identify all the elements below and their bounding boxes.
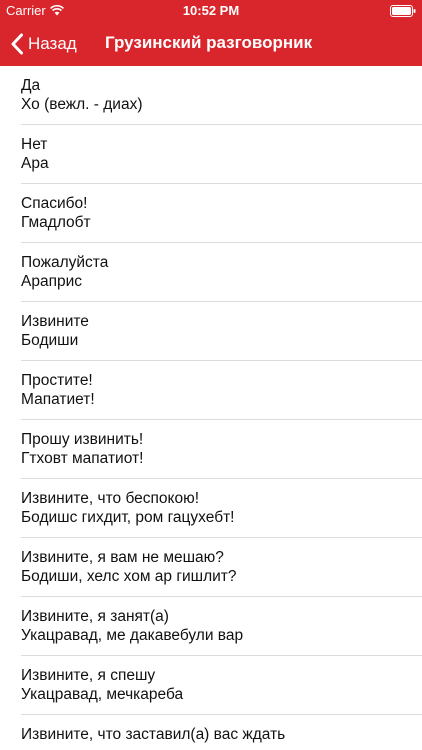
phrase-row[interactable]: Нет Ара: [0, 125, 422, 184]
status-bar: Carrier 10:52 PM: [0, 0, 422, 22]
phrase-russian: Извините, что беспокою!: [21, 490, 200, 507]
phrase-georgian: Араприс: [21, 273, 83, 290]
phrase-georgian: Мапатиет!: [21, 391, 95, 408]
phrase-russian: Пожалуйста: [21, 254, 109, 271]
phrase-georgian: Ара: [21, 155, 49, 172]
phrase-russian: Извините, я спешу: [21, 667, 156, 684]
phrase-russian: Прошу извинить!: [21, 431, 144, 448]
phrase-row[interactable]: Извините, что заставил(а) вас ждать: [0, 715, 422, 750]
phrase-georgian: Укацравад, ме дакавебули вар: [21, 627, 244, 644]
phrase-row[interactable]: Простите! Мапатиет!: [0, 361, 422, 420]
battery-icon: [390, 5, 416, 17]
phrase-row[interactable]: Извините, я спешу Укацравад, мечкареба: [0, 656, 422, 715]
phrase-row[interactable]: Пожалуйста Араприс: [0, 243, 422, 302]
phrase-row[interactable]: Спасибо! Гмадлобт: [0, 184, 422, 243]
phrase-row[interactable]: Извините Бодиши: [0, 302, 422, 361]
phrase-georgian: Гмадлобт: [21, 214, 91, 231]
phrase-russian: Извините: [21, 313, 89, 330]
phrase-russian: Извините, что заставил(а) вас ждать: [21, 726, 286, 743]
phrase-row[interactable]: Извините, я вам не мешаю? Бодиши, хелс х…: [0, 538, 422, 597]
phrase-row[interactable]: Извините, что беспокою! Бодишс гихдит, р…: [0, 479, 422, 538]
phrase-russian: Нет: [21, 136, 48, 153]
phrase-russian: Простите!: [21, 372, 93, 389]
phrase-russian: Спасибо!: [21, 195, 88, 212]
navigation-bar: Назад Грузинский разговорник: [0, 22, 422, 66]
phrase-georgian: Бодиши: [21, 332, 79, 349]
back-label: Назад: [28, 34, 77, 53]
back-button[interactable]: Назад: [10, 31, 77, 57]
page-title: Грузинский разговорник: [105, 33, 313, 52]
phrase-georgian: Бодишс гихдит, ром гацухебт!: [21, 509, 235, 526]
phrase-georgian: Бодиши, хелс хом ар гишлит?: [21, 568, 237, 585]
phrase-russian: Извините, я занят(а): [21, 608, 169, 625]
phrase-russian: Да: [21, 77, 41, 94]
chevron-left-icon: [11, 33, 23, 55]
phrase-row[interactable]: Прошу извинить! Гтховт мапатиот!: [0, 420, 422, 479]
phrase-row[interactable]: Извините, я занят(а) Укацравад, ме дакав…: [0, 597, 422, 656]
phrase-list: Да Хо (вежл. - диах) Нет Ара Спасибо! Гм…: [0, 66, 422, 750]
phrase-russian: Извините, я вам не мешаю?: [21, 549, 224, 566]
top-bar: Carrier 10:52 PM Назад Грузинский разгов…: [0, 0, 422, 66]
phrase-georgian: Гтховт мапатиот!: [21, 450, 144, 467]
phrase-row[interactable]: Да Хо (вежл. - диах): [0, 66, 422, 125]
phrase-georgian: Укацравад, мечкареба: [21, 686, 184, 703]
phrase-georgian: Хо (вежл. - диах): [21, 96, 143, 113]
status-time: 10:52 PM: [182, 3, 240, 18]
